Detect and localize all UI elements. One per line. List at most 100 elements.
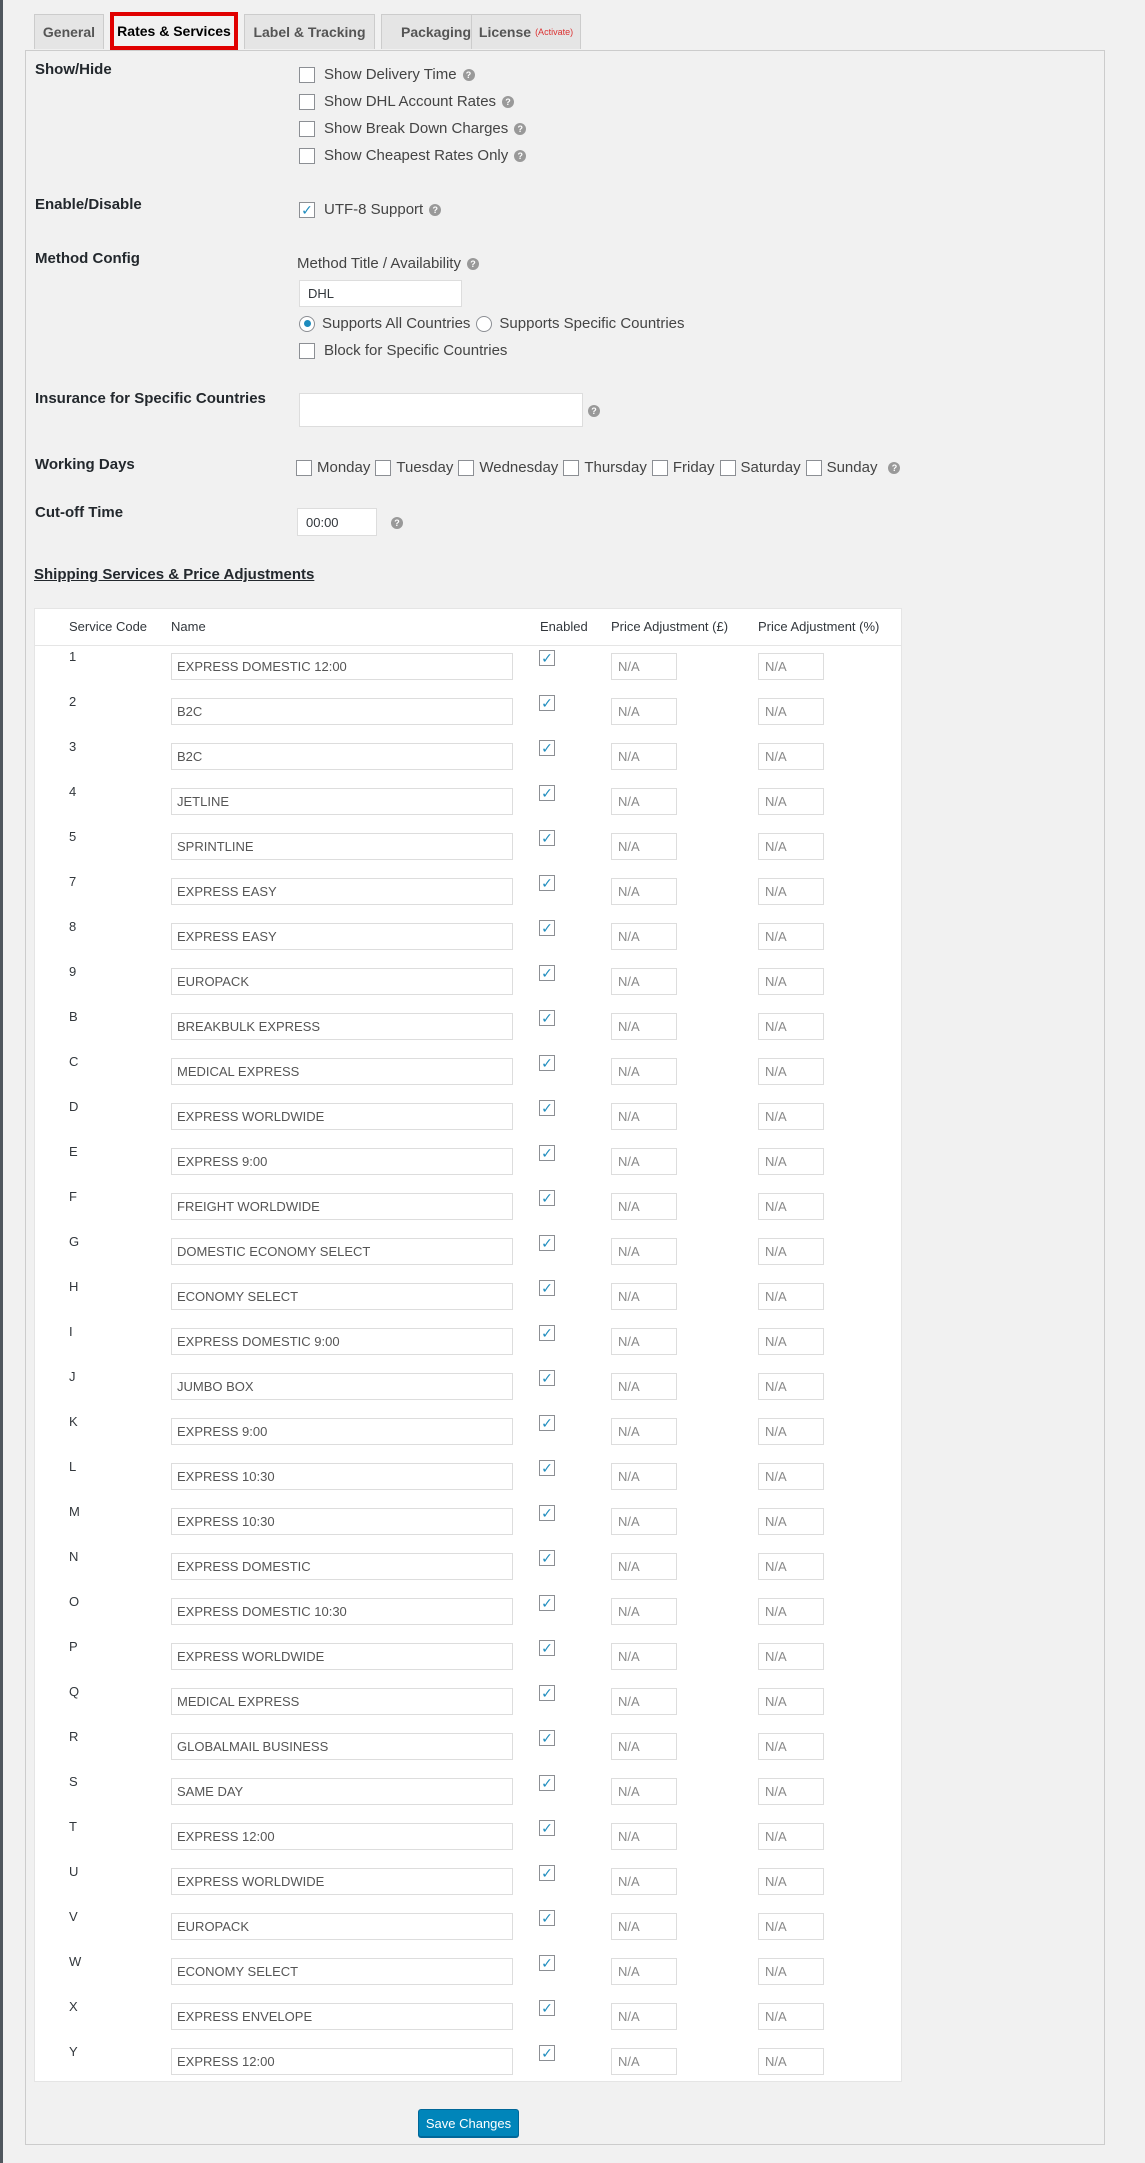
price-adjustment-gbp-input[interactable]: N/A <box>611 1013 677 1040</box>
price-adjustment-gbp-input[interactable]: N/A <box>611 833 677 860</box>
service-name-input[interactable]: EXPRESS 12:00 <box>171 2048 513 2075</box>
radio-specific-countries[interactable] <box>476 315 493 332</box>
help-icon[interactable]: ? <box>514 122 527 135</box>
price-adjustment-gbp-input[interactable]: N/A <box>611 1553 677 1580</box>
option-show-cheapest-rates-only[interactable]: Show Cheapest Rates Only? <box>299 147 527 164</box>
checkbox[interactable] <box>296 459 312 476</box>
help-icon[interactable]: ? <box>429 203 442 216</box>
price-adjustment-pct-input[interactable]: N/A <box>758 1778 824 1805</box>
service-name-input[interactable]: GLOBALMAIL BUSINESS <box>171 1733 513 1760</box>
checkbox-checked[interactable]: ✓ <box>539 829 555 846</box>
tab-rates-services[interactable]: Rates & Services <box>110 12 238 50</box>
checkbox-checked[interactable]: ✓ <box>539 2044 555 2061</box>
checkbox-checked[interactable]: ✓ <box>539 1819 555 1836</box>
price-adjustment-pct-input[interactable]: N/A <box>758 1733 824 1760</box>
enabled-checkbox[interactable]: ✓ <box>539 1774 555 1791</box>
enabled-checkbox[interactable]: ✓ <box>539 1414 555 1431</box>
help-icon[interactable]: ? <box>391 517 403 529</box>
checkbox-checked[interactable]: ✓ <box>539 1369 555 1386</box>
radio-all-countries[interactable] <box>299 315 315 332</box>
checkbox-checked[interactable]: ✓ <box>539 1189 555 1206</box>
service-name-input[interactable]: EUROPACK <box>171 968 513 995</box>
tab-license[interactable]: License (Activate) <box>471 14 581 49</box>
enabled-checkbox[interactable]: ✓ <box>539 1729 555 1746</box>
price-adjustment-pct-input[interactable]: N/A <box>758 1508 824 1535</box>
checkbox[interactable] <box>299 342 315 359</box>
enabled-checkbox[interactable]: ✓ <box>539 1594 555 1611</box>
service-name-input[interactable]: DOMESTIC ECONOMY SELECT <box>171 1238 513 1265</box>
checkbox-checked[interactable]: ✓ <box>539 1954 555 1971</box>
checkbox-checked[interactable]: ✓ <box>539 874 555 891</box>
enabled-checkbox[interactable]: ✓ <box>539 1324 555 1341</box>
enabled-checkbox[interactable]: ✓ <box>539 1054 555 1071</box>
price-adjustment-pct-input[interactable]: N/A <box>758 1148 824 1175</box>
checkbox[interactable] <box>299 66 315 83</box>
help-icon[interactable]: ? <box>502 95 515 108</box>
price-adjustment-gbp-input[interactable]: N/A <box>611 1463 677 1490</box>
checkbox-checked[interactable]: ✓ <box>539 1009 555 1026</box>
checkbox-checked[interactable]: ✓ <box>539 1324 555 1341</box>
activate-badge[interactable]: (Activate) <box>535 27 573 37</box>
option-show-break-down-charges[interactable]: Show Break Down Charges? <box>299 120 527 137</box>
price-adjustment-pct-input[interactable]: N/A <box>758 2048 824 2075</box>
help-icon[interactable]: ? <box>514 149 527 162</box>
price-adjustment-pct-input[interactable]: N/A <box>758 923 824 950</box>
service-name-input[interactable]: SAME DAY <box>171 1778 513 1805</box>
price-adjustment-gbp-input[interactable]: N/A <box>611 1193 677 1220</box>
service-name-input[interactable]: EXPRESS DOMESTIC 10:30 <box>171 1598 513 1625</box>
enabled-checkbox[interactable]: ✓ <box>539 1639 555 1656</box>
service-name-input[interactable]: EXPRESS 9:00 <box>171 1418 513 1445</box>
price-adjustment-gbp-input[interactable]: N/A <box>611 968 677 995</box>
price-adjustment-gbp-input[interactable]: N/A <box>611 788 677 815</box>
day-thursday[interactable]: Thursday <box>563 459 647 476</box>
service-name-input[interactable]: EXPRESS 10:30 <box>171 1508 513 1535</box>
price-adjustment-gbp-input[interactable]: N/A <box>611 1733 677 1760</box>
price-adjustment-gbp-input[interactable]: N/A <box>611 1148 677 1175</box>
price-adjustment-pct-input[interactable]: N/A <box>758 1238 824 1265</box>
enabled-checkbox[interactable]: ✓ <box>539 739 555 756</box>
checkbox-checked[interactable]: ✓ <box>539 1594 555 1611</box>
service-name-input[interactable]: B2C <box>171 698 513 725</box>
checkbox-checked[interactable]: ✓ <box>539 1999 555 2016</box>
enabled-checkbox[interactable]: ✓ <box>539 829 555 846</box>
checkbox-checked[interactable]: ✓ <box>539 1504 555 1521</box>
service-name-input[interactable]: EXPRESS WORLDWIDE <box>171 1643 513 1670</box>
checkbox[interactable] <box>805 459 822 476</box>
price-adjustment-pct-input[interactable]: N/A <box>758 1598 824 1625</box>
service-name-input[interactable]: EXPRESS DOMESTIC <box>171 1553 513 1580</box>
service-name-input[interactable]: EXPRESS 10:30 <box>171 1463 513 1490</box>
enabled-checkbox[interactable]: ✓ <box>539 1549 555 1566</box>
price-adjustment-gbp-input[interactable]: N/A <box>611 2048 677 2075</box>
enabled-checkbox[interactable]: ✓ <box>539 1954 555 1971</box>
tab-general[interactable]: General <box>34 14 104 49</box>
price-adjustment-pct-input[interactable]: N/A <box>758 698 824 725</box>
price-adjustment-pct-input[interactable]: N/A <box>758 1418 824 1445</box>
help-icon[interactable]: ? <box>466 257 479 270</box>
service-name-input[interactable]: EXPRESS DOMESTIC 9:00 <box>171 1328 513 1355</box>
checkbox-checked[interactable]: ✓ <box>539 919 555 936</box>
price-adjustment-pct-input[interactable]: N/A <box>758 1193 824 1220</box>
price-adjustment-gbp-input[interactable]: N/A <box>611 698 677 725</box>
price-adjustment-gbp-input[interactable]: N/A <box>611 1913 677 1940</box>
checkbox-checked[interactable]: ✓ <box>539 1459 555 1476</box>
service-name-input[interactable]: EXPRESS ENVELOPE <box>171 2003 513 2030</box>
price-adjustment-gbp-input[interactable]: N/A <box>611 1283 677 1310</box>
day-tuesday[interactable]: Tuesday <box>375 459 453 476</box>
day-wednesday[interactable]: Wednesday <box>458 459 558 476</box>
help-icon[interactable]: ? <box>462 68 475 81</box>
day-monday[interactable]: Monday <box>296 459 370 476</box>
price-adjustment-pct-input[interactable]: N/A <box>758 1823 824 1850</box>
price-adjustment-gbp-input[interactable]: N/A <box>611 1418 677 1445</box>
checkbox-checked[interactable]: ✓ <box>539 1909 555 1926</box>
service-name-input[interactable]: JUMBO BOX <box>171 1373 513 1400</box>
enabled-checkbox[interactable]: ✓ <box>539 919 555 936</box>
service-name-input[interactable]: ECONOMY SELECT <box>171 1958 513 1985</box>
price-adjustment-pct-input[interactable]: N/A <box>758 1643 824 1670</box>
enabled-checkbox[interactable]: ✓ <box>539 964 555 981</box>
shipping-services-heading[interactable]: Shipping Services & Price Adjustments <box>34 566 314 583</box>
service-name-input[interactable]: EXPRESS EASY <box>171 923 513 950</box>
service-name-input[interactable]: EXPRESS DOMESTIC 12:00 <box>171 653 513 680</box>
save-changes-button[interactable]: Save Changes <box>418 2109 519 2137</box>
enabled-checkbox[interactable]: ✓ <box>539 1009 555 1026</box>
option-show-dhl-account-rates[interactable]: Show DHL Account Rates? <box>299 93 515 110</box>
